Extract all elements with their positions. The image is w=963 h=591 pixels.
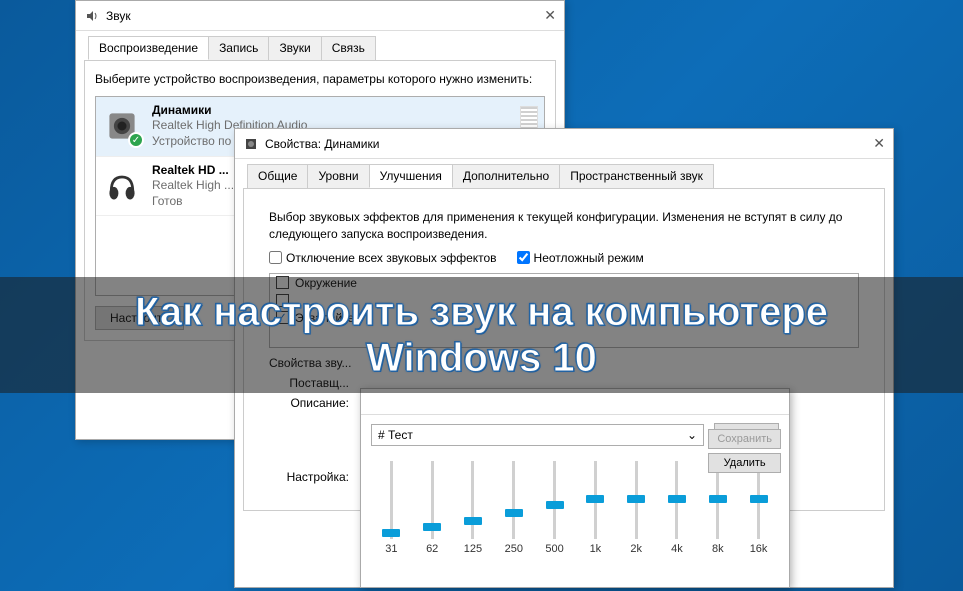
slider-track[interactable] <box>471 461 474 539</box>
headphones-icon <box>102 166 142 206</box>
slider-thumb[interactable] <box>546 501 564 509</box>
slider-track[interactable] <box>594 461 597 539</box>
props-titlebar[interactable]: Свойства: Динамики ✕ <box>235 129 893 159</box>
chevron-down-icon: ⌄ <box>687 428 697 442</box>
freq-label: 250 <box>505 543 523 555</box>
freq-label: 62 <box>426 543 438 555</box>
slider-thumb[interactable] <box>423 523 441 531</box>
slider-thumb[interactable] <box>464 517 482 525</box>
default-check-icon: ✓ <box>128 132 144 148</box>
sound-title: Звук <box>106 9 131 23</box>
setting-label: Настройка: <box>269 470 349 484</box>
overlay-line1: Как настроить звук на компьютере <box>0 289 963 335</box>
overlay-line2: Windows 10 <box>0 335 963 381</box>
delete-button[interactable]: Удалить <box>708 453 781 473</box>
freq-label: 2k <box>630 543 642 555</box>
eq-slider[interactable]: 250 <box>498 459 530 555</box>
props-tabs: Общие Уровни Улучшения Дополнительно Про… <box>235 159 893 188</box>
eq-slider[interactable]: 62 <box>416 459 448 555</box>
slider-thumb[interactable] <box>750 495 768 503</box>
slider-track[interactable] <box>512 461 515 539</box>
eq-slider[interactable]: 4k <box>661 459 693 555</box>
sound-icon <box>84 8 100 24</box>
slider-thumb[interactable] <box>382 529 400 537</box>
preset-value: # Тест <box>378 428 413 442</box>
slider-track[interactable] <box>675 461 678 539</box>
urgent-mode-checkbox[interactable]: Неотложный режим <box>517 251 644 265</box>
device-name: Динамики <box>152 103 516 119</box>
slider-thumb[interactable] <box>586 495 604 503</box>
freq-label: 31 <box>385 543 397 555</box>
slider-thumb[interactable] <box>668 495 686 503</box>
close-icon[interactable]: ✕ <box>873 135 885 152</box>
eq-slider[interactable]: 16k <box>743 459 775 555</box>
slider-thumb[interactable] <box>709 495 727 503</box>
tab-general[interactable]: Общие <box>247 164 308 188</box>
disable-effects-label: Отключение всех звуковых эффектов <box>286 251 497 265</box>
eq-slider[interactable]: 31 <box>375 459 407 555</box>
sound-tabs: Воспроизведение Запись Звуки Связь <box>76 31 564 60</box>
save-button[interactable]: Сохранить <box>708 429 781 449</box>
close-icon[interactable]: ✕ <box>544 7 556 24</box>
slider-track[interactable] <box>431 461 434 539</box>
slider-track[interactable] <box>390 461 393 539</box>
freq-label: 16k <box>750 543 768 555</box>
tab-advanced[interactable]: Дополнительно <box>452 164 560 188</box>
slider-track[interactable] <box>553 461 556 539</box>
preset-dropdown[interactable]: # Тест ⌄ <box>371 424 704 446</box>
props-icon <box>243 136 259 152</box>
instruction-text: Выберите устройство воспроизведения, пар… <box>95 71 545 88</box>
urgent-mode-label: Неотложный режим <box>534 251 644 265</box>
slider-thumb[interactable] <box>627 495 645 503</box>
tab-playback[interactable]: Воспроизведение <box>88 36 209 60</box>
eq-slider[interactable]: 1k <box>579 459 611 555</box>
eq-slider[interactable]: 125 <box>457 459 489 555</box>
speaker-icon: ✓ <box>102 106 142 146</box>
tab-record[interactable]: Запись <box>208 36 269 60</box>
freq-label: 500 <box>545 543 563 555</box>
eq-slider[interactable]: 2k <box>620 459 652 555</box>
tab-spatial[interactable]: Пространственный звук <box>559 164 714 188</box>
slider-thumb[interactable] <box>505 509 523 517</box>
eq-slider[interactable]: 500 <box>539 459 571 555</box>
equalizer-panel: # Тест ⌄ Сброс 31621252505001k2k4k8k16k … <box>360 388 790 588</box>
tab-levels[interactable]: Уровни <box>307 164 369 188</box>
freq-label: 8k <box>712 543 724 555</box>
freq-label: 1k <box>590 543 602 555</box>
overlay-banner: Как настроить звук на компьютере Windows… <box>0 277 963 393</box>
disable-effects-checkbox[interactable]: Отключение всех звуковых эффектов <box>269 251 497 265</box>
freq-label: 125 <box>464 543 482 555</box>
description-label: Описание: <box>269 396 349 410</box>
eq-slider[interactable]: 8k <box>702 459 734 555</box>
sound-titlebar[interactable]: Звук ✕ <box>76 1 564 31</box>
tab-sounds[interactable]: Звуки <box>268 36 321 60</box>
props-description: Выбор звуковых эффектов для применения к… <box>269 209 859 243</box>
props-title: Свойства: Динамики <box>265 137 379 151</box>
slider-track[interactable] <box>635 461 638 539</box>
tab-comm[interactable]: Связь <box>321 36 376 60</box>
tab-enhancements[interactable]: Улучшения <box>369 164 453 188</box>
freq-label: 4k <box>671 543 683 555</box>
